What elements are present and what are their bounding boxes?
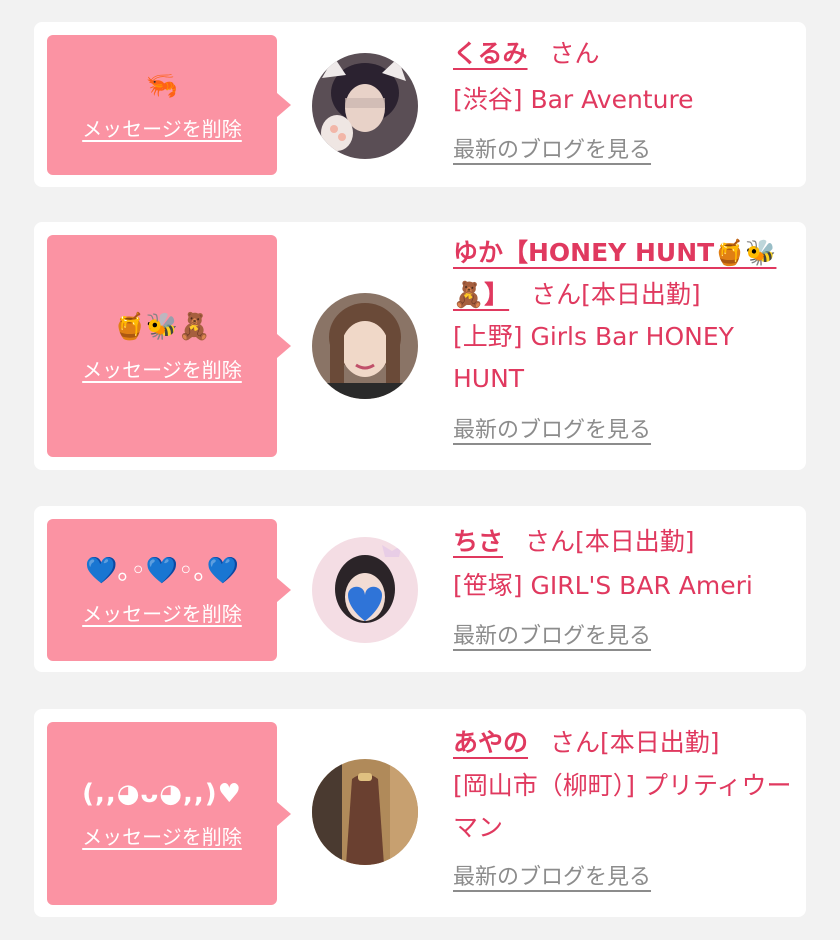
- cast-name-line: あやの さん[本日出勤]: [453, 721, 798, 765]
- shop-label: [上野] Girls Bar HONEY HUNT: [453, 322, 734, 393]
- latest-blog-link[interactable]: 最新のブログを見る: [453, 859, 651, 891]
- name-suffix: さん[本日出勤]: [550, 728, 720, 757]
- latest-blog-link[interactable]: 最新のブログを見る: [453, 412, 651, 444]
- message-bubble: 🍯🐝🧸 メッセージを削除: [47, 235, 291, 457]
- shop-label: [岡山市（柳町）] プリティウーマン: [453, 771, 792, 842]
- cast-info: くるみ さん [渋谷] Bar Aventure 最新のブログを見る: [453, 32, 798, 164]
- name-suffix: さん[本日出勤]: [531, 280, 701, 309]
- avatar[interactable]: [312, 53, 418, 159]
- cast-name-link[interactable]: あやの: [453, 728, 528, 757]
- avatar[interactable]: [312, 293, 418, 399]
- message-bubble: 💙｡◦💙◦｡💙 メッセージを削除: [47, 519, 291, 661]
- cast-name-line: くるみ さん: [453, 32, 798, 76]
- cast-info: ちさ さん[本日出勤] [笹塚] GIRL'S BAR Ameri 最新のブログを…: [453, 520, 798, 650]
- latest-blog-link[interactable]: 最新のブログを見る: [453, 132, 651, 164]
- cast-info: ゆか【HONEY HUNT🍯🐝🧸】 さん[本日出勤] [上野] Girls Bar…: [453, 232, 798, 444]
- cast-card: 🦐 メッセージを削除 くるみ さん [渋谷] Bar Aventure 最新のブロ…: [34, 22, 806, 187]
- name-suffix: さん: [549, 39, 600, 68]
- delete-message-link[interactable]: メッセージを削除: [82, 821, 242, 850]
- cast-name-line: ゆか【HONEY HUNT🍯🐝🧸】 さん[本日出勤]: [453, 232, 798, 316]
- avatar[interactable]: [312, 759, 418, 865]
- cast-card: (,,◕ᴗ◕,,)♥ メッセージを削除 あやの さん[本日出勤] [岡山市（柳町）…: [34, 709, 806, 917]
- avatar[interactable]: [312, 537, 418, 643]
- message-bubble: (,,◕ᴗ◕,,)♥ メッセージを削除: [47, 722, 291, 905]
- message-text: 🦐: [145, 70, 179, 101]
- shop-label: [渋谷] Bar Aventure: [453, 85, 694, 114]
- message-text: 🍯🐝🧸: [113, 311, 211, 342]
- latest-blog-link[interactable]: 最新のブログを見る: [453, 618, 651, 650]
- delete-message-link[interactable]: メッセージを削除: [82, 354, 242, 383]
- delete-message-link[interactable]: メッセージを削除: [82, 598, 242, 627]
- cast-card: 💙｡◦💙◦｡💙 メッセージを削除 ちさ さん[本日出勤] [笹塚] GIRL'S …: [34, 506, 806, 672]
- cast-name-line: ちさ さん[本日出勤]: [453, 520, 798, 564]
- cast-name-link[interactable]: くるみ: [453, 39, 528, 68]
- cast-card: 🍯🐝🧸 メッセージを削除 ゆか【HONEY HUNT🍯🐝🧸】 さん[本日出勤] […: [34, 222, 806, 470]
- delete-message-link[interactable]: メッセージを削除: [82, 113, 242, 142]
- favorite-cast-list: 🦐 メッセージを削除 くるみ さん [渋谷] Bar Aventure 最新のブロ…: [0, 0, 840, 940]
- message-text: 💙｡◦💙◦｡💙: [85, 555, 239, 586]
- cast-name-link[interactable]: ちさ: [453, 527, 503, 556]
- message-text: (,,◕ᴗ◕,,)♥: [82, 779, 242, 809]
- message-bubble: 🦐 メッセージを削除: [47, 35, 291, 175]
- cast-info: あやの さん[本日出勤] [岡山市（柳町）] プリティウーマン 最新のブログを見る: [453, 721, 798, 891]
- shop-label: [笹塚] GIRL'S BAR Ameri: [453, 571, 753, 600]
- name-suffix: さん[本日出勤]: [525, 527, 695, 556]
